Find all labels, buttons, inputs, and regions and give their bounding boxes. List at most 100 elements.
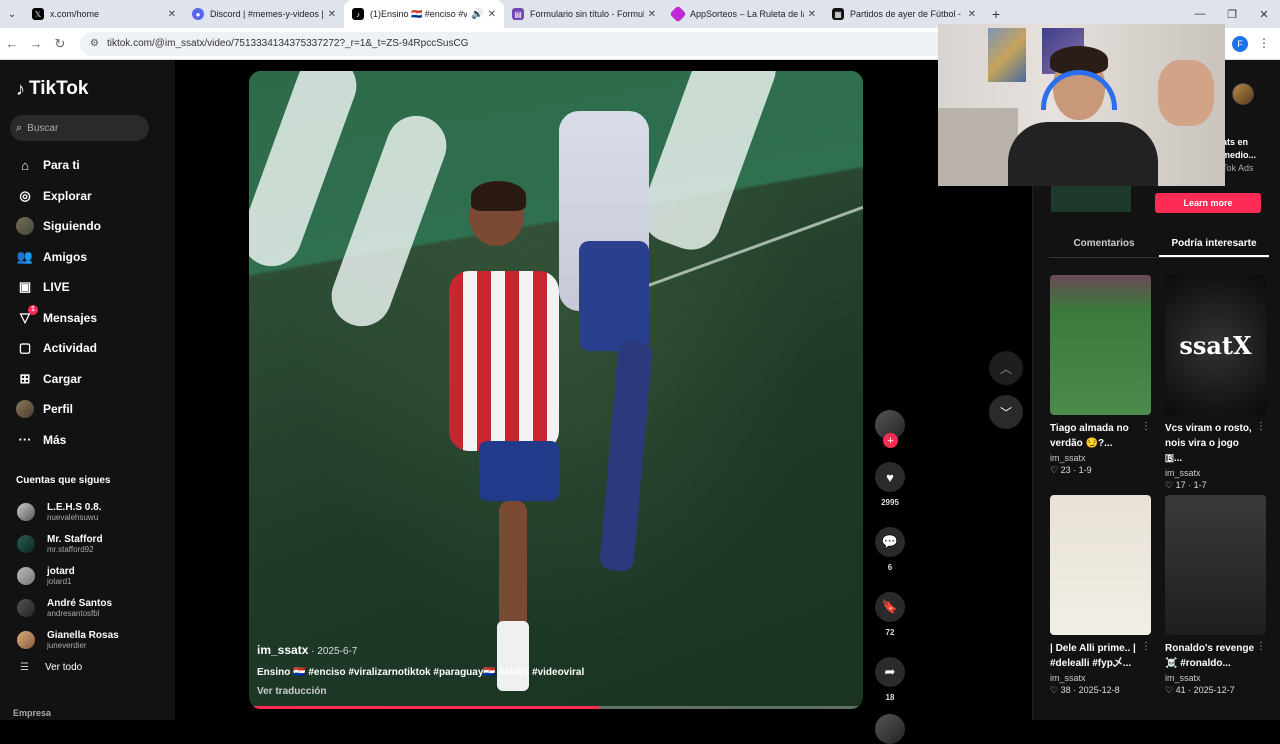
minimize-icon[interactable]: — <box>1184 8 1216 20</box>
action-column: + ♥ 2995 💬 6 🔖 72 ➦ 18 <box>873 410 907 744</box>
bookmark-icon: 🔖 <box>881 599 899 614</box>
nav-label: Para ti <box>43 158 80 173</box>
recommended-video-card[interactable]: ssatX Vcs viram o rosto, nois vira o jog… <box>1165 275 1266 491</box>
see-all-label: Ver todo <box>44 662 83 673</box>
tab-tiktok[interactable]: ♪ (1)Ensino 🇵🇾 #enciso #vi 🔊 ✕ <box>344 0 504 28</box>
more-options-icon[interactable]: ⋮ <box>1141 641 1151 652</box>
more-options-icon[interactable]: ⋮ <box>1256 421 1266 432</box>
card-title: Ronaldo's revenge ☠️ #ronaldo... <box>1165 643 1255 669</box>
video-meta: im_ssatx · 2025-6-7 Ensino 🇵🇾 #enciso #v… <box>257 643 585 697</box>
avatar <box>17 567 35 585</box>
following-item[interactable]: jotard jotard1 <box>17 560 119 592</box>
close-icon[interactable]: ✕ <box>648 9 656 20</box>
ad-text: ats en medio... Tok Ads <box>1222 136 1256 175</box>
next-video-button[interactable]: ﹀ <box>989 395 1023 429</box>
like-button[interactable]: ♥ <box>875 462 905 492</box>
nav-mensajes[interactable]: ▽ 1 Mensajes <box>16 303 101 334</box>
following-username: nuevalehsuwu <box>47 512 99 522</box>
nav-label: Más <box>43 432 67 447</box>
tab-discord[interactable]: ● Discord | #memes-y-videos | El ✕ <box>184 0 344 28</box>
comment-icon: 💬 <box>881 534 899 549</box>
card-title: Vcs viram o rosto, nois vira o jogo 🇧... <box>1165 423 1252 464</box>
music-disc-avatar[interactable] <box>875 714 905 744</box>
following-item[interactable]: L.E.H.S 0.8. nuevalehsuwu <box>17 496 119 528</box>
reload-icon[interactable]: ↻ <box>48 36 72 52</box>
speaker-icon[interactable]: 🔊 <box>471 9 483 20</box>
video-author[interactable]: im_ssatx <box>257 643 308 657</box>
message-badge: 1 <box>28 304 38 315</box>
close-icon[interactable]: ✕ <box>328 9 336 20</box>
video-progress-bar[interactable] <box>249 706 863 709</box>
following-item[interactable]: Gianella Rosas juneverdier <box>17 624 119 656</box>
video-player[interactable]: im_ssatx · 2025-6-7 Ensino 🇵🇾 #enciso #v… <box>249 71 863 709</box>
nav-live[interactable]: ▣ LIVE <box>16 272 101 303</box>
save-button[interactable]: 🔖 <box>875 592 905 622</box>
previous-video-button[interactable]: ︿ <box>989 351 1023 385</box>
browser-menu-icon[interactable]: ⋮ <box>1258 36 1270 50</box>
forms-icon: ▤ <box>512 8 524 20</box>
nav-explorar[interactable]: ◎ Explorar <box>16 181 101 212</box>
avatar <box>17 599 35 617</box>
tab-comentarios[interactable]: Comentarios <box>1049 232 1159 257</box>
close-icon[interactable]: ✕ <box>808 9 816 20</box>
nav-siguiendo[interactable]: Siguiendo <box>16 211 101 242</box>
video-caption: Ensino 🇵🇾 #enciso #viralizarnotiktok #pa… <box>257 667 585 678</box>
nav-perfil[interactable]: Perfil <box>16 394 101 425</box>
comment-button[interactable]: 💬 <box>875 527 905 557</box>
site-settings-icon[interactable]: ⚙ <box>90 38 99 49</box>
headset <box>1041 70 1117 110</box>
nav-cargar[interactable]: ⊞ Cargar <box>16 364 101 395</box>
tab-x[interactable]: 𝕏 x.com/home ✕ <box>24 0 184 28</box>
card-title: | Dele Alli prime.. | #delealli #fyp乄... <box>1050 643 1136 669</box>
close-window-icon[interactable]: ✕ <box>1248 8 1280 21</box>
url-text: tiktok.com/@im_ssatx/video/7513334134375… <box>106 38 469 49</box>
close-icon[interactable]: ✕ <box>968 9 976 20</box>
following-name: L.E.H.S 0.8. <box>47 501 102 513</box>
comment-count: 6 <box>887 563 893 572</box>
tab-forms[interactable]: ▤ Formulario sin título - Formular ✕ <box>504 0 664 28</box>
search-icon: ⌕ <box>16 121 23 134</box>
author-avatar[interactable]: + <box>875 410 905 448</box>
more-options-icon[interactable]: ⋮ <box>1141 421 1151 432</box>
restore-icon[interactable]: ❐ <box>1216 8 1248 21</box>
profile-avatar[interactable]: F <box>1232 36 1248 52</box>
following-item[interactable]: Mr. Stafford mr.stafford92 <box>17 528 119 560</box>
tiktok-logo[interactable]: ♪ TikTok <box>16 78 88 100</box>
back-icon[interactable]: ← <box>0 36 24 51</box>
see-all-link[interactable]: ☰ Ver todo <box>20 662 82 673</box>
new-tab-button[interactable]: + <box>984 6 1008 22</box>
nav-amigos[interactable]: 👥 Amigos <box>16 242 101 273</box>
following-item[interactable]: André Santos andresantosfbl <box>17 592 119 624</box>
partidos-icon: ▦ <box>832 8 844 20</box>
tab-search-chevron-icon[interactable]: ⌄ <box>0 0 24 28</box>
footer-link-empresa[interactable]: Empresa <box>13 708 51 718</box>
recommended-video-card[interactable]: | Dele Alli prime.. | #delealli #fyp乄...… <box>1050 495 1151 696</box>
ad-avatar[interactable] <box>1232 83 1254 105</box>
more-options-icon[interactable]: ⋮ <box>1256 641 1266 652</box>
card-user: im_ssatx <box>1050 673 1086 683</box>
following-header: Cuentas que sigues <box>16 475 111 486</box>
nav-actividad[interactable]: ▢ Actividad <box>16 333 101 364</box>
recommended-video-card[interactable]: Tiago almada no verdão 😏?... ⋮ im_ssatx … <box>1050 275 1151 476</box>
follow-plus-icon[interactable]: + <box>883 433 898 448</box>
nav-mas[interactable]: ··· Más <box>16 425 101 456</box>
upload-icon: ⊞ <box>19 370 31 386</box>
close-icon[interactable]: ✕ <box>168 9 176 20</box>
forward-icon[interactable]: → <box>24 36 48 51</box>
close-icon[interactable]: ✕ <box>488 9 496 20</box>
chevron-up-icon: ︿ <box>999 361 1012 376</box>
sidebar: ♪ TikTok ⌕ Buscar ⌂ Para ti ◎ Explorar Sig… <box>0 60 175 720</box>
learn-more-button[interactable]: Learn more <box>1155 193 1261 213</box>
friends-icon: 👥 <box>16 248 34 264</box>
nav-para-ti[interactable]: ⌂ Para ti <box>16 150 101 181</box>
webcam-overlay <box>938 24 1225 186</box>
search-input[interactable]: ⌕ Buscar <box>10 115 149 141</box>
share-button[interactable]: ➦ <box>875 657 905 687</box>
card-stats: ♡ 41 · 2025-12-7 <box>1165 685 1235 695</box>
see-translation-link[interactable]: Ver traducción <box>257 686 584 697</box>
tab-appsorteos[interactable]: AppSorteos – La Ruleta de la S ✕ <box>664 0 824 28</box>
tab-podria-interesarte[interactable]: Podría interesarte <box>1159 232 1269 257</box>
main-nav: ⌂ Para ti ◎ Explorar Siguiendo 👥 Amigos ▣ LI… <box>16 150 101 455</box>
recommended-video-card[interactable]: Ronaldo's revenge ☠️ #ronaldo... ⋮ im_ss… <box>1165 495 1266 696</box>
nav-label: Explorar <box>43 188 92 203</box>
